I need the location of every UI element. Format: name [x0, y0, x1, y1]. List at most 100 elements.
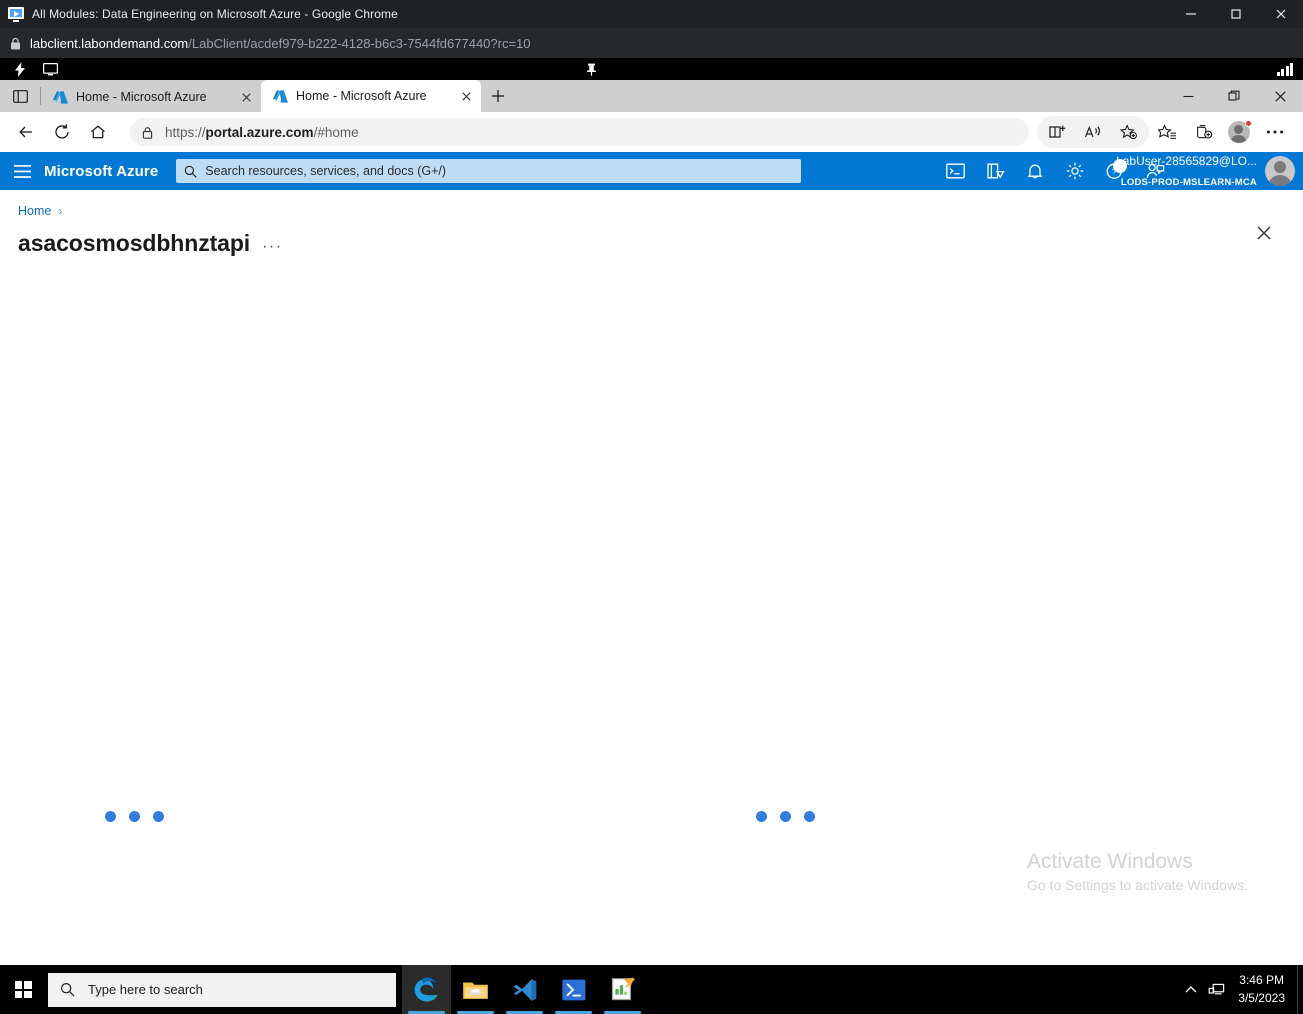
taskbar-app-powershell[interactable] [549, 965, 598, 1014]
chrome-minimize-button[interactable] [1168, 0, 1213, 28]
url-scheme: https:// [165, 124, 206, 140]
browser-tab-2-close-icon[interactable] [457, 87, 475, 105]
azure-portal-body: Home › asacosmosdbhnztapi ··· Activate W… [0, 190, 1303, 959]
bolt-icon[interactable] [12, 61, 28, 77]
chrome-window-title: All Modules: Data Engineering on Microso… [32, 7, 398, 21]
browser-tab-1-title: Home - Microsoft Azure [76, 90, 207, 104]
edge-restore-button[interactable] [1211, 80, 1257, 112]
monitor-icon[interactable] [42, 61, 58, 77]
taskbar-app-visual-studio-code[interactable] [500, 965, 549, 1014]
loading-dot [129, 811, 140, 822]
lock-icon [10, 37, 21, 50]
settings-gear-icon[interactable] [1057, 152, 1093, 190]
chrome-window-controls [1168, 0, 1303, 28]
user-avatar[interactable] [1265, 156, 1295, 186]
watermark-title: Activate Windows [1027, 849, 1193, 873]
tab-search-icon[interactable] [0, 80, 40, 112]
browser-tab-1[interactable]: Home - Microsoft Azure [41, 82, 261, 112]
screencast-icon [8, 6, 24, 22]
page-title-more-icon[interactable]: ··· [262, 238, 282, 256]
taskbar-app-buttons [402, 965, 647, 1014]
account-menu[interactable]: LabUser-28565829@LO... LODS-PROD-MSLEARN… [1116, 152, 1295, 190]
loading-dot [756, 811, 767, 822]
url-host: portal.azure.com [205, 124, 314, 140]
watermark-subtitle: Go to Settings to activate Windows. [1027, 877, 1248, 893]
address-bar-url: https://portal.azure.com/#home [165, 125, 359, 140]
account-name: LabUser-28565829@LO... [1116, 154, 1257, 168]
edge-minimize-button[interactable] [1165, 80, 1211, 112]
breadcrumb-home-link[interactable]: Home [18, 204, 51, 218]
edge-close-button[interactable] [1257, 80, 1303, 112]
browser-tab-2[interactable]: Home - Microsoft Azure [261, 80, 481, 112]
collections-icon[interactable] [1187, 116, 1219, 148]
search-icon [184, 165, 197, 178]
lab-client-url: labclient.labondemand.com/LabClient/acde… [30, 36, 531, 51]
breadcrumb: Home › [0, 190, 1303, 218]
loading-indicator-left [105, 811, 164, 822]
refresh-button[interactable] [46, 116, 78, 148]
lab-toolbar-strip [0, 58, 1303, 80]
show-desktop-button[interactable] [1297, 965, 1303, 1014]
blade-close-icon[interactable] [1251, 220, 1277, 246]
back-button[interactable] [10, 116, 42, 148]
split-screen-icon[interactable] [1041, 116, 1073, 148]
clock-date: 3/5/2023 [1238, 990, 1285, 1005]
clock-time: 3:46 PM [1239, 973, 1284, 988]
taskbar-clock[interactable]: 3:46 PM 3/5/2023 [1230, 972, 1297, 1007]
activate-windows-watermark: Activate Windows Go to Settings to activ… [1027, 849, 1248, 896]
loading-dot [804, 811, 815, 822]
taskbar-search-placeholder: Type here to search [88, 982, 203, 997]
network-icon[interactable] [1204, 965, 1230, 1014]
address-bar[interactable]: https://portal.azure.com/#home [130, 118, 1029, 146]
taskbar-app-file-explorer[interactable] [451, 965, 500, 1014]
edge-tab-strip: Home - Microsoft Azure Home - Microsoft … [0, 80, 1303, 112]
screen-root: All Modules: Data Engineering on Microso… [0, 0, 1303, 1014]
chrome-titlebar: All Modules: Data Engineering on Microso… [0, 0, 1303, 28]
edge-window-controls [1165, 80, 1303, 112]
lab-url-path: /LabClient/acdef979-b222-4128-b6c3-7544f… [188, 35, 531, 51]
edge-toolbar: https://portal.azure.com/#home [0, 112, 1303, 152]
page-title: asacosmosdbhnztapi [18, 230, 251, 256]
search-input[interactable]: Search resources, services, and docs (G+… [176, 159, 802, 183]
add-favorite-icon[interactable] [1113, 116, 1145, 148]
notifications-icon[interactable] [1017, 152, 1053, 190]
profile-avatar[interactable] [1223, 116, 1255, 148]
system-tray: 3:46 PM 3/5/2023 [1178, 965, 1303, 1014]
cloud-shell-icon[interactable] [937, 152, 973, 190]
azure-logo-icon [53, 90, 68, 105]
chrome-close-button[interactable] [1258, 0, 1303, 28]
taskbar-app-microsoft-edge[interactable] [402, 965, 451, 1014]
page-title-row: asacosmosdbhnztapi ··· [0, 218, 1303, 257]
azure-logo-icon [273, 89, 288, 104]
browser-tab-2-title: Home - Microsoft Azure [296, 89, 427, 103]
hamburger-menu-icon[interactable] [0, 152, 44, 190]
lock-icon [142, 126, 153, 139]
chrome-maximize-button[interactable] [1213, 0, 1258, 28]
azure-brand-label[interactable]: Microsoft Azure [44, 163, 158, 180]
pin-icon[interactable] [583, 61, 599, 77]
signal-bars-icon [1276, 63, 1293, 76]
azure-portal-header: Microsoft Azure Search resources, servic… [0, 152, 1303, 190]
edge-toolbar-icons [1037, 116, 1293, 148]
url-path: /#home [313, 124, 359, 140]
home-button[interactable] [82, 116, 114, 148]
lab-url-host: labclient.labondemand.com [30, 35, 189, 51]
taskbar-app-azure-storage-explorer[interactable] [598, 965, 647, 1014]
settings-more-icon[interactable] [1259, 116, 1291, 148]
search-icon [60, 982, 75, 997]
new-tab-button[interactable] [481, 80, 515, 112]
windows-start-icon[interactable] [0, 965, 46, 1014]
taskbar-search-input[interactable]: Type here to search [48, 972, 396, 1007]
directories-subscriptions-icon[interactable] [977, 152, 1013, 190]
account-org: LODS-PROD-MSLEARN-MCA [1120, 177, 1257, 188]
loading-dot [153, 811, 164, 822]
breadcrumb-separator-icon: › [58, 204, 63, 218]
browser-tab-1-close-icon[interactable] [237, 88, 255, 106]
favorites-icon[interactable] [1151, 116, 1183, 148]
chevron-up-icon[interactable] [1178, 965, 1204, 1014]
profile-alert-badge [1245, 120, 1252, 127]
windows-taskbar: Type here to search 3:46 PM 3/5/2023 [0, 965, 1303, 1014]
read-aloud-icon[interactable] [1077, 116, 1109, 148]
lab-client-url-bar[interactable]: labclient.labondemand.com/LabClient/acde… [0, 28, 1303, 58]
loading-indicator-right [756, 811, 815, 822]
